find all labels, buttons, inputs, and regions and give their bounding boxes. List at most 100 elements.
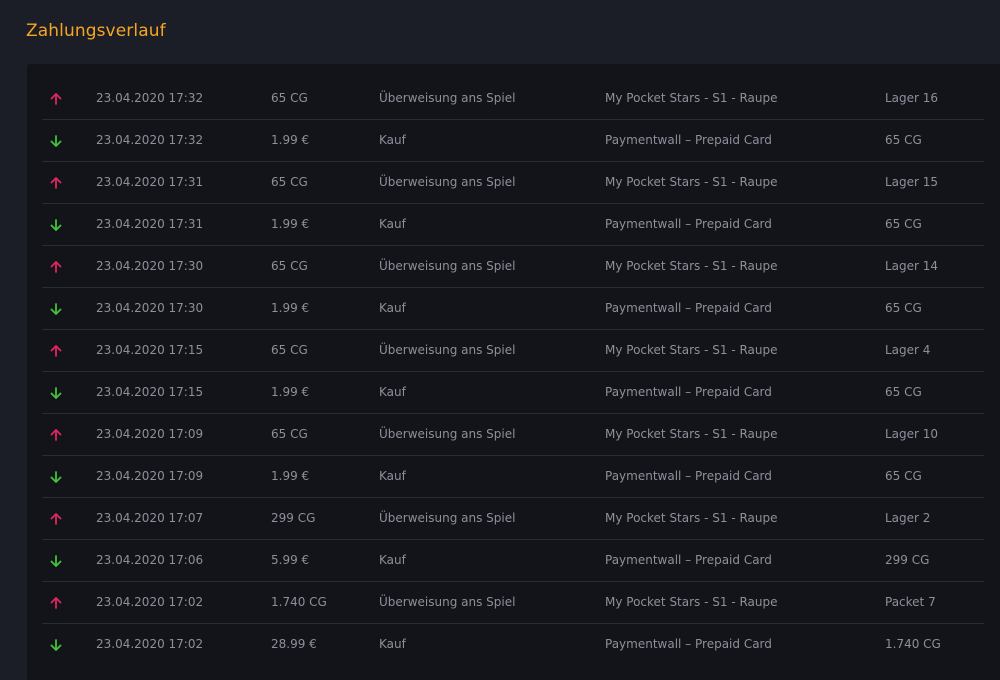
- transaction-detail: Lager 2: [885, 511, 931, 525]
- transaction-amount: 299 CG: [271, 511, 316, 525]
- transaction-type: Kauf: [379, 385, 406, 399]
- transaction-detail: Packet 7: [885, 595, 936, 609]
- transaction-date: 23.04.2020 17:32: [96, 91, 204, 105]
- arrow-down-icon: [50, 456, 62, 497]
- table-row: 23.04.2020 17:09 65 CG Überweisung ans Spi…: [42, 414, 984, 456]
- transaction-date: 23.04.2020 17:30: [96, 259, 204, 273]
- transaction-amount: 65 CG: [271, 259, 308, 273]
- direction-cell: [50, 78, 64, 119]
- transaction-type: Kauf: [379, 553, 406, 567]
- transaction-detail: 1.740 CG: [885, 637, 941, 651]
- arrow-up-icon: [50, 498, 62, 539]
- direction-cell: [50, 456, 64, 497]
- transaction-detail: 65 CG: [885, 133, 922, 147]
- transaction-target: Paymentwall – Prepaid Card: [605, 217, 772, 231]
- transaction-date: 23.04.2020 17:07: [96, 511, 204, 525]
- transaction-target: Paymentwall – Prepaid Card: [605, 133, 772, 147]
- arrow-up-icon: [50, 78, 62, 119]
- transaction-detail: Lager 16: [885, 91, 939, 105]
- direction-cell: [50, 120, 64, 161]
- table-row: 23.04.2020 17:02 28.99 € Kauf Paymentwall –…: [42, 624, 984, 665]
- transaction-date: 23.04.2020 17:06: [96, 553, 204, 567]
- transaction-target: My Pocket Stars - S1 - Raupe: [605, 595, 778, 609]
- transaction-detail: 65 CG: [885, 217, 922, 231]
- arrow-down-icon: [50, 372, 62, 413]
- direction-cell: [50, 246, 64, 287]
- direction-cell: [50, 330, 64, 371]
- transaction-amount: 1.99 €: [271, 217, 310, 231]
- transaction-detail: 65 CG: [885, 301, 922, 315]
- transaction-date: 23.04.2020 17:32: [96, 133, 204, 147]
- transaction-date: 23.04.2020 17:31: [96, 175, 204, 189]
- arrow-down-icon: [50, 540, 62, 581]
- page-title: Zahlungsverlauf: [26, 21, 166, 41]
- table-row: 23.04.2020 17:15 1.99 € Kauf Paymentwall – …: [42, 372, 984, 414]
- transaction-target: Paymentwall – Prepaid Card: [605, 385, 772, 399]
- transaction-type: Kauf: [379, 301, 406, 315]
- arrow-up-icon: [50, 414, 62, 455]
- direction-cell: [50, 414, 64, 455]
- transaction-type: Überweisung ans Spiel: [379, 259, 516, 273]
- arrow-down-icon: [50, 204, 62, 245]
- direction-cell: [50, 498, 64, 539]
- transaction-target: My Pocket Stars - S1 - Raupe: [605, 175, 778, 189]
- direction-cell: [50, 372, 64, 413]
- direction-cell: [50, 288, 64, 329]
- transaction-amount: 1.99 €: [271, 469, 310, 483]
- payment-history-page: Zahlungsverlauf 23.04.2020 17:32 65 CG Übe…: [0, 0, 1000, 680]
- transaction-date: 23.04.2020 17:02: [96, 637, 204, 651]
- direction-cell: [50, 204, 64, 245]
- transaction-amount: 65 CG: [271, 343, 308, 357]
- direction-cell: [50, 624, 64, 665]
- transaction-detail: 65 CG: [885, 385, 922, 399]
- arrow-up-icon: [50, 582, 62, 623]
- transaction-target: Paymentwall – Prepaid Card: [605, 553, 772, 567]
- transaction-target: My Pocket Stars - S1 - Raupe: [605, 511, 778, 525]
- table-row: 23.04.2020 17:30 65 CG Überweisung ans Spi…: [42, 246, 984, 288]
- transaction-target: Paymentwall – Prepaid Card: [605, 469, 772, 483]
- transaction-date: 23.04.2020 17:15: [96, 343, 204, 357]
- table-row: 23.04.2020 17:31 65 CG Überweisung ans Spi…: [42, 162, 984, 204]
- table-row: 23.04.2020 17:15 65 CG Überweisung ans Spi…: [42, 330, 984, 372]
- table-row: 23.04.2020 17:31 1.99 € Kauf Paymentwall – …: [42, 204, 984, 246]
- transaction-type: Kauf: [379, 469, 406, 483]
- transaction-detail: Lager 10: [885, 427, 939, 441]
- arrow-up-icon: [50, 246, 62, 287]
- table-row: 23.04.2020 17:30 1.99 € Kauf Paymentwall – …: [42, 288, 984, 330]
- transaction-detail: Lager 14: [885, 259, 939, 273]
- transaction-amount: 65 CG: [271, 427, 308, 441]
- transaction-date: 23.04.2020 17:09: [96, 427, 204, 441]
- transaction-type: Überweisung ans Spiel: [379, 343, 516, 357]
- table-row: 23.04.2020 17:02 1.740 CG Überweisung ans …: [42, 582, 984, 624]
- table-row: 23.04.2020 17:32 1.99 € Kauf Paymentwall – …: [42, 120, 984, 162]
- direction-cell: [50, 162, 64, 203]
- transaction-amount: 65 CG: [271, 175, 308, 189]
- transaction-type: Kauf: [379, 133, 406, 147]
- transaction-target: My Pocket Stars - S1 - Raupe: [605, 427, 778, 441]
- table-row: 23.04.2020 17:09 1.99 € Kauf Paymentwall – …: [42, 456, 984, 498]
- transaction-amount: 1.99 €: [271, 385, 310, 399]
- transaction-amount: 28.99 €: [271, 637, 317, 651]
- direction-cell: [50, 582, 64, 623]
- transactions-list: 23.04.2020 17:32 65 CG Überweisung ans Spi…: [42, 78, 984, 665]
- table-row: 23.04.2020 17:07 299 CG Überweisung ans Sp…: [42, 498, 984, 540]
- transaction-detail: Lager 15: [885, 175, 939, 189]
- transaction-amount: 5.99 €: [271, 553, 310, 567]
- transaction-detail: Lager 4: [885, 343, 931, 357]
- transaction-type: Kauf: [379, 217, 406, 231]
- transaction-date: 23.04.2020 17:31: [96, 217, 204, 231]
- transaction-detail: 299 CG: [885, 553, 930, 567]
- transaction-amount: 1.99 €: [271, 133, 310, 147]
- direction-cell: [50, 540, 64, 581]
- table-row: 23.04.2020 17:06 5.99 € Kauf Paymentwall – …: [42, 540, 984, 582]
- transaction-type: Überweisung ans Spiel: [379, 175, 516, 189]
- transaction-amount: 1.99 €: [271, 301, 310, 315]
- table-row: 23.04.2020 17:32 65 CG Überweisung ans Spi…: [42, 78, 984, 120]
- transaction-type: Überweisung ans Spiel: [379, 511, 516, 525]
- transaction-type: Überweisung ans Spiel: [379, 427, 516, 441]
- arrow-up-icon: [50, 330, 62, 371]
- transaction-date: 23.04.2020 17:02: [96, 595, 204, 609]
- transaction-detail: 65 CG: [885, 469, 922, 483]
- arrow-down-icon: [50, 624, 62, 665]
- transaction-date: 23.04.2020 17:30: [96, 301, 204, 315]
